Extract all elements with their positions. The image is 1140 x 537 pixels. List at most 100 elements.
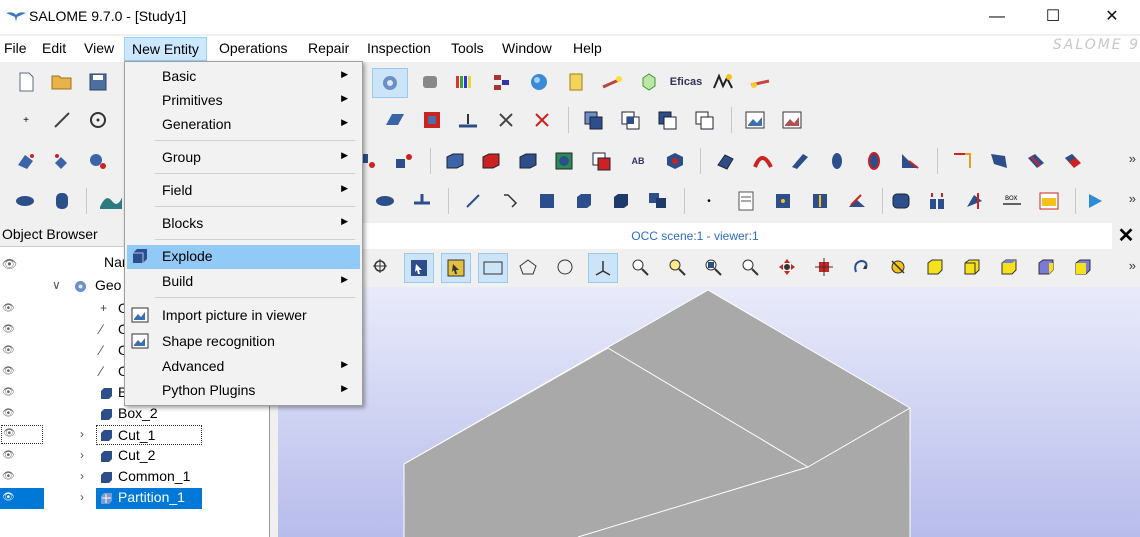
face-build-icon[interactable] [535,189,559,213]
back-view-icon[interactable] [960,255,984,279]
shape-recognition-icon[interactable] [780,108,804,132]
menu-window[interactable]: Window [502,40,552,56]
expand-arrow-icon[interactable]: › [80,448,84,462]
save-icon[interactable] [86,70,110,94]
bounding-box-icon[interactable] [845,189,869,213]
paravis-module-icon[interactable] [527,70,551,94]
overflow-chevron-icon[interactable]: » [1129,258,1136,273]
front-view-icon[interactable] [923,255,947,279]
expand-arrow-icon[interactable]: › [80,469,84,483]
ellipse-icon[interactable] [373,189,397,213]
menu-view[interactable]: View [84,40,114,56]
open-folder-icon[interactable] [50,70,74,94]
center-mass-icon[interactable] [771,189,795,213]
cone-icon[interactable] [590,149,614,173]
eye-icon[interactable]: 👁 [0,488,44,509]
menu-item-shape-recognition[interactable]: Shape recognition [127,330,360,353]
rect-selection-icon[interactable] [441,253,471,283]
eye-icon[interactable]: 👁 [2,450,15,461]
lcs-icon[interactable] [494,108,518,132]
eye-icon[interactable]: 👁 [2,471,15,482]
check-shape-icon[interactable] [1037,189,1061,213]
homard-module-icon[interactable] [600,70,624,94]
adao-module-icon[interactable] [711,70,735,94]
compound-build-icon[interactable] [646,189,670,213]
viewer-close-icon[interactable]: ✕ [1112,223,1140,249]
edge-icon[interactable] [461,189,485,213]
yacs-module-icon[interactable] [490,70,514,94]
hexa-solid-icon[interactable] [987,149,1011,173]
tree-row[interactable]: 👁 Box_2 [0,404,270,425]
fit-area-icon[interactable] [665,255,689,279]
zoom-icon[interactable] [738,255,762,279]
cylinder-shape-icon[interactable] [50,189,74,213]
menu-edit[interactable]: Edit [42,40,66,56]
extrusion-icon[interactable] [86,149,110,173]
3d-scene[interactable] [278,287,1140,537]
quadrangle-face-icon[interactable] [950,149,974,173]
eye-icon[interactable]: 👁 [2,303,15,314]
bottom-view-icon[interactable] [1034,255,1058,279]
close-button[interactable]: ✕ [1089,4,1135,30]
basic-properties-icon[interactable] [734,189,758,213]
menu-repair[interactable]: Repair [308,40,349,56]
menu-item-field[interactable]: Field ▶ [127,179,360,202]
expand-arrow-icon[interactable]: ∨ [52,278,61,292]
overflow-chevron-icon[interactable]: » [1129,151,1136,166]
tree-row[interactable]: 👁 › Cut_2 [0,446,270,467]
jobmanager-module-icon[interactable] [564,70,588,94]
tree-row[interactable]: 👁 › Cut_1 [0,425,270,446]
trihedron-icon[interactable] [588,253,618,283]
chamfer-icon[interactable] [751,149,775,173]
torus-icon[interactable] [553,149,577,173]
rectangle-icon[interactable] [663,149,687,173]
cylinder-icon[interactable] [479,149,503,173]
menu-inspection[interactable]: Inspection [367,40,431,56]
surface-shape-icon[interactable] [98,189,122,213]
shell-icon[interactable] [825,149,849,173]
point-icon[interactable]: + [14,108,38,132]
dump-view-icon[interactable] [370,255,394,279]
smesh-module-icon[interactable] [418,70,442,94]
eye-icon[interactable]: 👁 [2,324,15,335]
tree-row[interactable]: 👁 › Common_1 [0,467,270,488]
thickness-icon[interactable] [788,149,812,173]
fit-selection-icon[interactable] [701,255,725,279]
circle-icon[interactable] [86,108,110,132]
eye-icon[interactable]: 👁 [2,408,15,419]
solid-build-icon[interactable] [609,189,633,213]
cut-icon[interactable] [656,108,680,132]
menu-item-build[interactable]: Build ▶ [127,270,360,293]
menu-item-generation[interactable]: Generation ▶ [127,113,360,136]
eficas-module-icon[interactable]: Eficas [670,70,702,94]
picture-import-icon[interactable] [743,108,767,132]
menu-file[interactable]: File [4,40,27,56]
menu-item-primitives[interactable]: Primitives ▶ [127,89,360,112]
overflow-chevron-icon[interactable]: » [1129,191,1136,206]
menu-help[interactable]: Help [573,40,602,56]
top-view-icon[interactable] [997,255,1021,279]
section-icon[interactable] [693,108,717,132]
shell-build-icon[interactable] [572,189,596,213]
rotation-point-icon[interactable] [886,255,910,279]
rectangle-2d-icon[interactable] [420,108,444,132]
menu-tools[interactable]: Tools [451,40,484,56]
menu-operations[interactable]: Operations [219,40,287,56]
plugin-arrow-icon[interactable] [1083,189,1107,213]
angle-icon[interactable] [926,189,950,213]
menu-item-group[interactable]: Group ▶ [127,146,360,169]
point-coordinates-icon[interactable]: • [697,189,721,213]
menu-item-blocks[interactable]: Blocks ▶ [127,212,360,235]
common-icon[interactable] [619,108,643,132]
multi-transformation-icon[interactable] [1061,149,1085,173]
disk-icon[interactable]: AB [626,149,650,173]
face-icon[interactable] [383,108,407,132]
rotation-icon[interactable] [392,149,416,173]
whatis-icon[interactable]: BOX [1000,189,1024,213]
min-distance-icon[interactable] [889,189,913,213]
pipe-icon[interactable] [862,149,886,173]
inertia-icon[interactable] [808,189,832,213]
tolerance-icon[interactable] [963,189,987,213]
working-plane-icon[interactable] [456,108,480,132]
global-pan-icon[interactable] [812,255,836,279]
